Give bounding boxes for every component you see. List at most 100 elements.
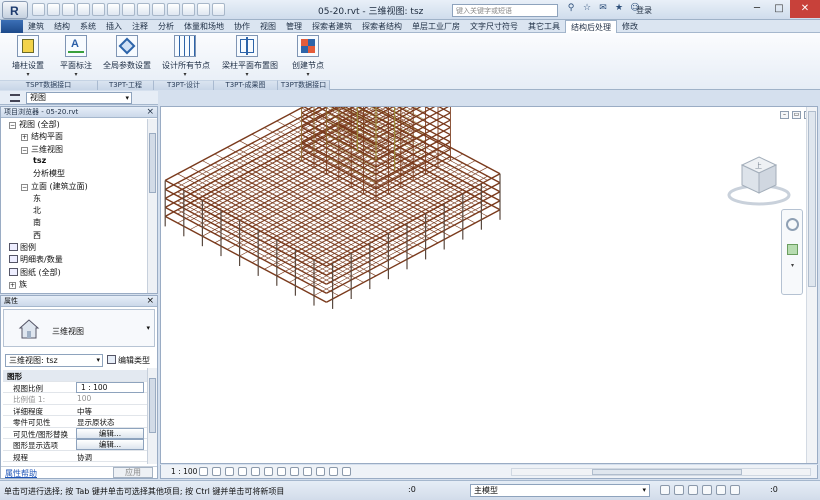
minimize-view-icon[interactable]: – [780, 111, 789, 119]
tab-systems[interactable]: 系统 [75, 20, 101, 32]
login-link[interactable]: 登录 [636, 5, 652, 16]
tab-modify[interactable]: 修改 [617, 20, 643, 32]
shadows-icon[interactable] [238, 467, 247, 476]
viewcube[interactable]: 上 [726, 143, 796, 213]
close-hidden-icon[interactable] [197, 3, 210, 16]
lock-3d-icon[interactable] [290, 467, 299, 476]
tab-other-tools[interactable]: 其它工具 [523, 20, 565, 32]
drawing-area[interactable]: – ▭ × 上 ▾ [160, 106, 818, 464]
drawing-vertical-scrollbar[interactable] [806, 107, 817, 463]
redo-icon[interactable] [77, 3, 90, 16]
plan-annotation-button[interactable]: A 平面标注 ▾ [58, 35, 94, 78]
3d-view-icon[interactable] [152, 3, 165, 16]
tree-item[interactable]: 图例 [9, 242, 36, 253]
detail-level-icon[interactable] [199, 467, 208, 476]
dimension-icon[interactable] [122, 3, 135, 16]
tree-item[interactable]: 北 [33, 205, 41, 216]
close-icon[interactable]: × [146, 107, 154, 118]
open-icon[interactable] [32, 3, 45, 16]
select-underlay-icon[interactable] [674, 485, 684, 495]
tree-item[interactable]: 分析模型 [33, 168, 65, 179]
undo-icon[interactable] [62, 3, 75, 16]
subscription-icon[interactable]: ☆ [581, 3, 593, 16]
section-icon[interactable] [167, 3, 180, 16]
tab-insert[interactable]: 插入 [101, 20, 127, 32]
tree-item[interactable]: + 族 [9, 279, 27, 290]
tab-explorer-architecture[interactable]: 探索者建筑 [307, 20, 357, 32]
tab-text-dimension-symbols[interactable]: 文字尺寸符号 [465, 20, 523, 32]
edit-type-button[interactable]: 编辑类型 [107, 355, 150, 366]
highlight-displacement-icon[interactable] [342, 467, 351, 476]
communication-icon[interactable]: ✉ [597, 3, 609, 16]
design-nodes-button[interactable]: 设计所有节点 ▾ [162, 35, 210, 78]
tree-item[interactable]: − 视图 (全部) [9, 119, 60, 130]
render-icon[interactable] [251, 467, 260, 476]
properties-help-link[interactable]: 属性帮助 [5, 468, 37, 479]
show-crop-icon[interactable] [277, 467, 286, 476]
drawing-horizontal-scrollbar[interactable] [511, 468, 811, 476]
wall-column-settings-button[interactable]: 墙柱设置 ▾ [8, 35, 48, 78]
drag-on-selection-icon[interactable] [716, 485, 726, 495]
tree-item[interactable]: 西 [33, 230, 41, 241]
apply-button[interactable]: 应用 [113, 467, 153, 478]
property-input[interactable]: 1 : 100 [76, 381, 144, 393]
tab-architecture[interactable]: 建筑 [23, 20, 49, 32]
visual-style-icon[interactable] [212, 467, 221, 476]
crop-view-icon[interactable] [264, 467, 273, 476]
measure-icon[interactable] [107, 3, 120, 16]
tree-item[interactable]: 南 [33, 217, 41, 228]
edit-button[interactable]: 编辑... [76, 427, 144, 439]
text-icon[interactable] [137, 3, 150, 16]
tree-item[interactable]: − 三维视图 [21, 144, 63, 155]
collapse-icon[interactable]: − [21, 146, 28, 154]
design-option-select[interactable]: 主模型 [470, 484, 650, 497]
tab-industrial-plant[interactable]: 单层工业厂房 [407, 20, 465, 32]
global-parameters-button[interactable]: 全局参数设置 [103, 35, 151, 71]
app-menu-button[interactable]: R [2, 1, 28, 19]
project-browser-scrollbar[interactable] [147, 119, 157, 293]
zoom-icon[interactable] [787, 244, 798, 255]
switch-windows-icon[interactable] [212, 3, 225, 16]
select-links-icon[interactable] [660, 485, 670, 495]
maximize-button[interactable]: □ [768, 0, 790, 18]
tab-annotate[interactable]: 注释 [127, 20, 153, 32]
menu-icon[interactable] [10, 94, 20, 102]
select-pinned-icon[interactable] [688, 485, 698, 495]
properties-scrollbar[interactable] [147, 368, 157, 464]
view-selector[interactable]: 视图 [26, 92, 132, 104]
save-icon[interactable] [47, 3, 60, 16]
steering-wheel-icon[interactable] [786, 218, 799, 231]
reveal-hidden-icon[interactable] [316, 467, 325, 476]
edit-button[interactable]: 编辑... [76, 439, 144, 450]
type-selector[interactable]: 三维视图 ▾ [3, 309, 155, 347]
view-scale[interactable]: 1 : 100 [171, 467, 197, 476]
tree-item[interactable]: tsz [33, 156, 46, 165]
temporary-hide-icon[interactable] [303, 467, 312, 476]
tab-structure[interactable]: 结构 [49, 20, 75, 32]
binoculars-icon[interactable]: ⚲ [565, 3, 577, 16]
search-input[interactable]: 键入关键字或短语 [452, 4, 558, 17]
filter-icon[interactable] [730, 485, 740, 495]
tab-massing-site[interactable]: 体量和场地 [179, 20, 229, 32]
tab-view[interactable]: 视图 [255, 20, 281, 32]
navbar-menu-icon[interactable]: ▾ [791, 262, 794, 269]
tree-item[interactable]: + 结构平面 [21, 131, 63, 142]
sun-path-icon[interactable] [225, 467, 234, 476]
print-icon[interactable] [92, 3, 105, 16]
create-node-button[interactable]: 创建节点 ▾ [288, 35, 328, 78]
select-by-face-icon[interactable] [702, 485, 712, 495]
minimize-button[interactable]: ─ [746, 0, 768, 18]
restore-view-icon[interactable]: ▭ [792, 111, 801, 119]
tab-collaborate[interactable]: 协作 [229, 20, 255, 32]
thin-lines-icon[interactable] [182, 3, 195, 16]
analytical-model-icon[interactable] [329, 467, 338, 476]
close-icon[interactable]: × [146, 296, 154, 307]
tree-item[interactable]: 东 [33, 193, 41, 204]
expand-icon[interactable]: + [9, 281, 16, 289]
tab-analyze[interactable]: 分析 [153, 20, 179, 32]
instance-view-select[interactable]: 三维视图: tsz [5, 354, 103, 367]
collapse-icon[interactable]: − [9, 122, 16, 129]
expand-icon[interactable]: + [21, 134, 28, 142]
collapse-icon[interactable]: − [21, 183, 28, 191]
tab-manage[interactable]: 管理 [281, 20, 307, 32]
